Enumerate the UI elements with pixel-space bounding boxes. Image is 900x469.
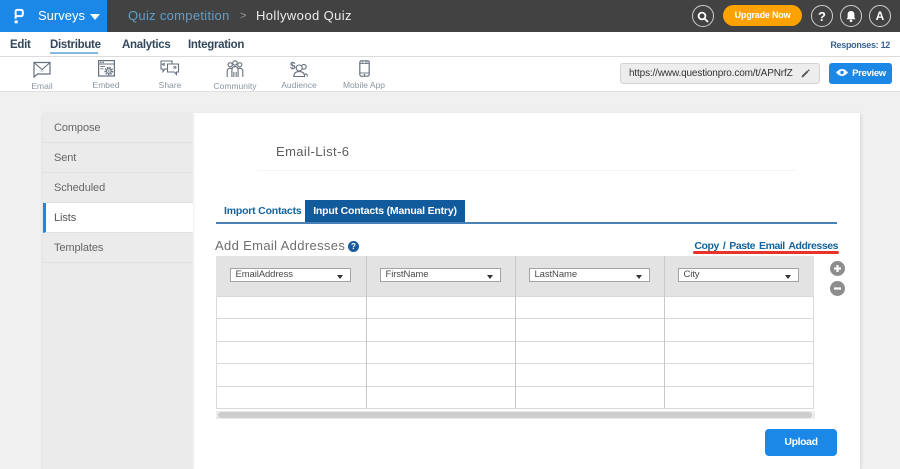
svg-text:$: $ bbox=[290, 61, 296, 72]
